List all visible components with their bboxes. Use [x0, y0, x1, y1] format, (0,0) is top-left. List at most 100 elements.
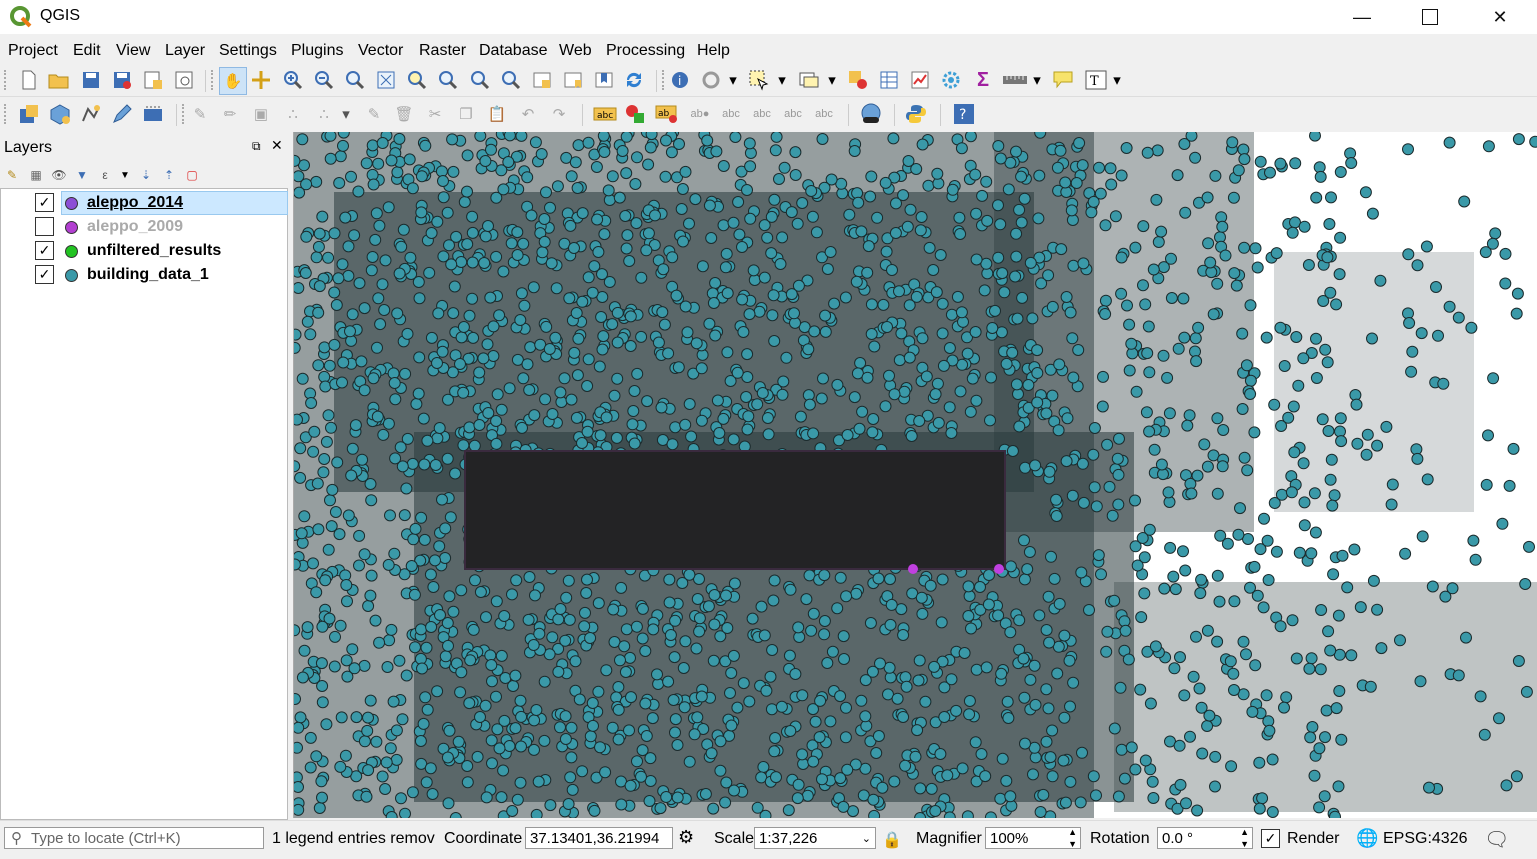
- rotation-spinbox[interactable]: 0.0 ° ▲ ▼: [1157, 827, 1253, 849]
- show-hide-labels-icon[interactable]: abc: [718, 103, 744, 125]
- label-tool-icon[interactable]: abc: [593, 103, 617, 125]
- coordinate-field[interactable]: 37.13401,36.21994: [525, 827, 673, 849]
- add-group-icon[interactable]: ▦: [28, 167, 44, 183]
- paste-features-icon[interactable]: 📋: [486, 103, 508, 125]
- close-button[interactable]: ✕: [1470, 0, 1530, 34]
- new-geopackage-layer-icon[interactable]: [49, 103, 71, 125]
- magnifier-spinbox[interactable]: 100% ▲ ▼: [985, 827, 1081, 849]
- zoom-full-icon[interactable]: [375, 69, 397, 91]
- chevron-down-icon[interactable]: ▾: [1030, 69, 1044, 91]
- layer-visibility-checkbox[interactable]: [35, 217, 54, 236]
- add-feature-icon[interactable]: ∴: [282, 103, 304, 125]
- new-bookmark-icon[interactable]: [562, 69, 584, 91]
- menu-edit[interactable]: Edit: [73, 42, 101, 60]
- toggle-extents-icon[interactable]: ⚙: [678, 827, 694, 848]
- filter-by-expression-icon[interactable]: ε: [97, 167, 113, 183]
- expand-all-icon[interactable]: ⇣: [138, 167, 154, 183]
- layer-row[interactable]: ✓ aleppo_2014: [1, 191, 288, 215]
- minimize-button[interactable]: —: [1332, 0, 1392, 34]
- undo-icon[interactable]: ↶: [517, 103, 539, 125]
- toolbar-grip[interactable]: [4, 104, 10, 124]
- filter-legend-icon[interactable]: ▼: [74, 167, 90, 183]
- cut-features-icon[interactable]: ✂: [424, 103, 446, 125]
- change-label-icon[interactable]: abc: [811, 103, 837, 125]
- highlight-pinned-labels-icon[interactable]: ab: [655, 103, 679, 125]
- toolbar-grip[interactable]: [211, 70, 217, 90]
- zoom-last-icon[interactable]: [469, 69, 491, 91]
- delete-selected-icon[interactable]: 🗑: [393, 103, 415, 125]
- chevron-down-icon[interactable]: ▾: [775, 69, 789, 91]
- show-bookmarks-icon[interactable]: [593, 69, 615, 91]
- refresh-icon[interactable]: [623, 69, 645, 91]
- map-canvas[interactable]: [293, 132, 1537, 818]
- deselect-all-icon[interactable]: [847, 69, 869, 91]
- processing-toolbox-icon[interactable]: [940, 69, 962, 91]
- layer-visibility-checkbox[interactable]: ✓: [35, 241, 54, 260]
- chevron-down-icon[interactable]: ▾: [339, 103, 353, 125]
- menu-settings[interactable]: Settings: [219, 42, 277, 60]
- layer-row[interactable]: ✓ unfiltered_results: [1, 239, 287, 263]
- pan-to-selection-icon[interactable]: [250, 69, 272, 91]
- layer-row[interactable]: ✓ building_data_1: [1, 263, 287, 287]
- zoom-next-icon[interactable]: [500, 69, 522, 91]
- temporary-scratch-layer-icon[interactable]: [142, 103, 164, 125]
- layer-visibility-checkbox[interactable]: ✓: [35, 265, 54, 284]
- manage-map-themes-icon[interactable]: 👁: [51, 167, 67, 183]
- help-contents-icon[interactable]: ?: [953, 103, 975, 125]
- new-project-icon[interactable]: [18, 69, 40, 91]
- chevron-down-icon[interactable]: ▼: [117, 167, 133, 183]
- edit-pencil-icon[interactable]: [111, 103, 133, 125]
- zoom-in-icon[interactable]: [282, 69, 304, 91]
- new-map-view-icon[interactable]: [531, 69, 553, 91]
- style-manager-icon[interactable]: ✎: [4, 167, 20, 183]
- statistical-summary-icon[interactable]: Σ: [972, 69, 994, 91]
- lock-scale-icon[interactable]: 🔒: [882, 830, 902, 850]
- field-calculator-icon[interactable]: [909, 69, 931, 91]
- attribute-table-icon[interactable]: [878, 69, 900, 91]
- scale-combo[interactable]: 1:37,226 ⌄: [754, 827, 876, 849]
- copy-features-icon[interactable]: ❐: [455, 103, 477, 125]
- menu-raster[interactable]: Raster: [419, 42, 466, 60]
- zoom-to-selection-icon[interactable]: [406, 69, 428, 91]
- menu-project[interactable]: Project: [8, 42, 58, 60]
- menu-view[interactable]: View: [116, 42, 150, 60]
- toolbar-grip[interactable]: [4, 70, 10, 90]
- close-panel-icon[interactable]: ✕: [271, 137, 283, 154]
- vertex-tool-icon[interactable]: ∴: [313, 103, 335, 125]
- remove-layer-icon[interactable]: ▢: [184, 167, 200, 183]
- menu-plugins[interactable]: Plugins: [291, 42, 343, 60]
- locator-search-input[interactable]: ⚲ Type to locate (Ctrl+K): [4, 827, 264, 849]
- menu-help[interactable]: Help: [697, 42, 730, 60]
- quickmapservices-icon[interactable]: [858, 103, 884, 125]
- modify-attributes-icon[interactable]: ✎: [363, 103, 385, 125]
- zoom-to-layer-icon[interactable]: [437, 69, 459, 91]
- menu-layer[interactable]: Layer: [165, 42, 205, 60]
- layout-manager-icon[interactable]: [173, 69, 195, 91]
- pan-map-icon[interactable]: ✋: [219, 67, 247, 95]
- move-label-icon[interactable]: abc: [749, 103, 775, 125]
- menu-web[interactable]: Web: [559, 42, 592, 60]
- zoom-native-icon[interactable]: [344, 69, 366, 91]
- rotate-label-icon[interactable]: abc: [780, 103, 806, 125]
- menu-vector[interactable]: Vector: [358, 42, 403, 60]
- pin-labels-icon[interactable]: ab●: [687, 103, 713, 125]
- maximize-button[interactable]: [1400, 0, 1460, 34]
- float-panel-icon[interactable]: ⧉: [252, 139, 261, 154]
- save-edits-icon[interactable]: ▣: [250, 103, 272, 125]
- chevron-down-icon[interactable]: ▾: [1110, 69, 1124, 91]
- menu-database[interactable]: Database: [479, 42, 548, 60]
- toolbar-grip[interactable]: [182, 104, 188, 124]
- identify-features-icon[interactable]: i: [669, 69, 691, 91]
- select-by-value-icon[interactable]: [798, 69, 820, 91]
- layer-row[interactable]: aleppo_2009: [1, 215, 287, 239]
- new-print-layout-icon[interactable]: [142, 69, 164, 91]
- crs-label[interactable]: EPSG:4326: [1383, 830, 1468, 848]
- messages-icon[interactable]: 🗨: [1484, 827, 1509, 852]
- diagram-options-icon[interactable]: [624, 103, 646, 125]
- open-project-icon[interactable]: [48, 69, 70, 91]
- chevron-down-icon[interactable]: ▾: [726, 69, 740, 91]
- collapse-all-icon[interactable]: ⇡: [161, 167, 177, 183]
- digitize-icon[interactable]: [80, 103, 102, 125]
- zoom-out-icon[interactable]: [313, 69, 335, 91]
- text-annotation-icon[interactable]: T: [1083, 69, 1109, 91]
